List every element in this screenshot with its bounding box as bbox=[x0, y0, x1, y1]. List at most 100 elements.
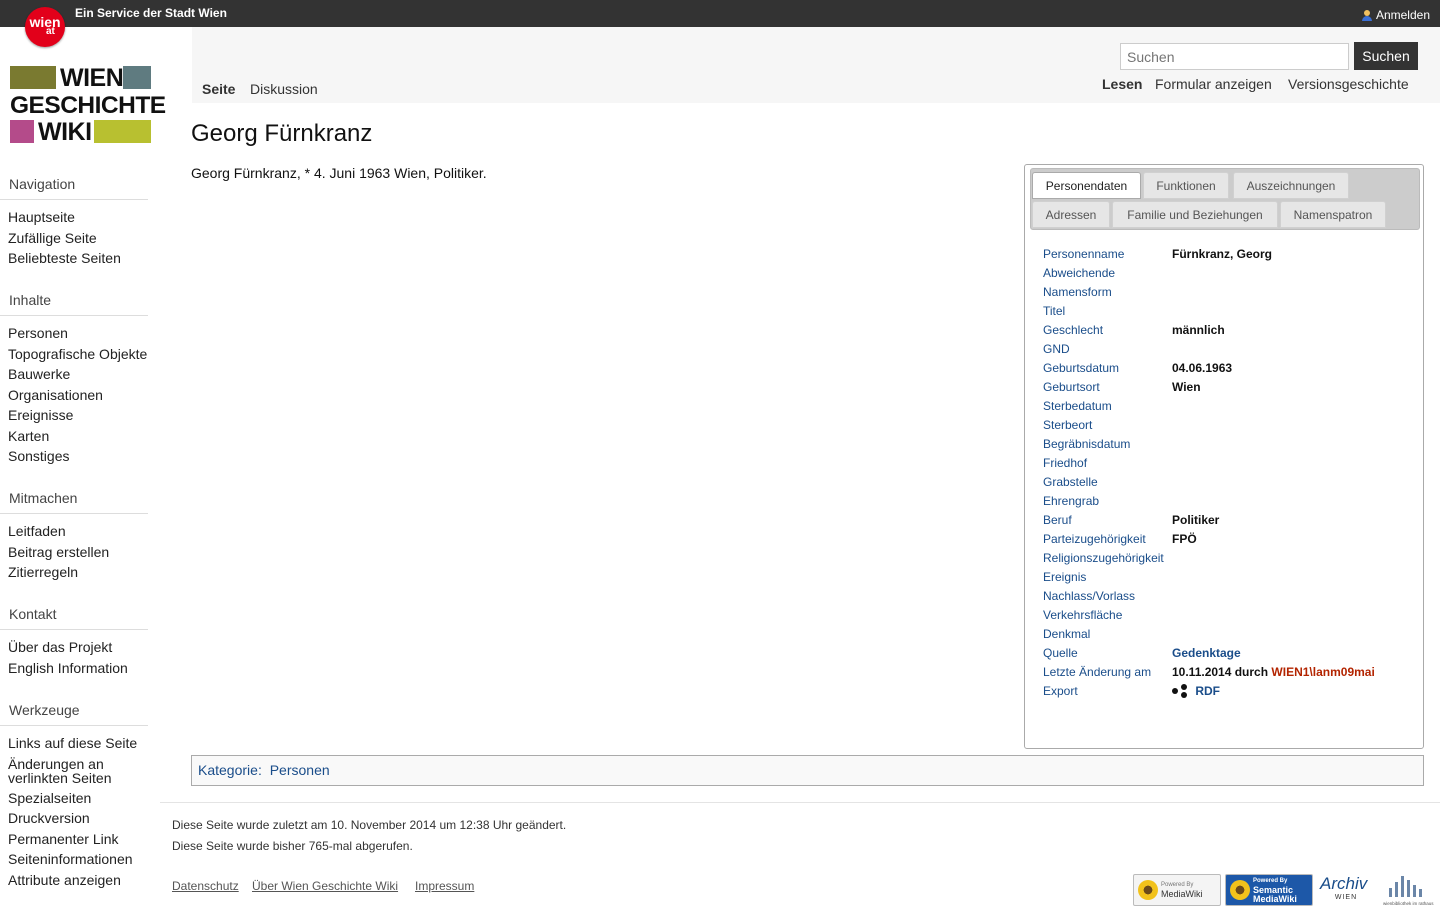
user-icon bbox=[1361, 9, 1372, 21]
sidebar-item-organisationen[interactable]: Organisationen bbox=[8, 385, 148, 406]
infobox-label[interactable]: Begräbnisdatum bbox=[1043, 437, 1130, 451]
badge-mediawiki-label: MediaWiki bbox=[1253, 893, 1297, 904]
tab-adressen[interactable]: Adressen bbox=[1032, 201, 1110, 228]
infobox-label[interactable]: Ereignis bbox=[1043, 570, 1086, 584]
tab-funktionen[interactable]: Funktionen bbox=[1143, 172, 1229, 199]
rdf-export-link[interactable]: RDF bbox=[1195, 684, 1220, 698]
page-title: Georg Fürnkranz bbox=[191, 120, 373, 147]
sidebar-item-seiteninformationen[interactable]: Seiteninformationen bbox=[8, 849, 160, 870]
logo-word-geschichte: GESCHICHTE bbox=[10, 92, 166, 119]
infobox-label[interactable]: Beruf bbox=[1043, 513, 1072, 527]
tab-namenspatron[interactable]: Namenspatron bbox=[1280, 201, 1386, 228]
infobox-label[interactable]: Geburtsdatum bbox=[1043, 361, 1119, 375]
sidebar-item-personen[interactable]: Personen bbox=[8, 323, 148, 344]
last-modified-text: Diese Seite wurde zuletzt am 10. Novembe… bbox=[172, 818, 567, 832]
infobox-label[interactable]: Export bbox=[1043, 684, 1078, 698]
infobox-label[interactable]: Namensform bbox=[1043, 285, 1112, 299]
logo-block-lime bbox=[94, 120, 151, 143]
infobox-label[interactable]: Sterbedatum bbox=[1043, 399, 1112, 413]
sidebar-item-links-auf-diese-seite[interactable]: Links auf diese Seite bbox=[8, 733, 160, 754]
infobox-label[interactable]: Parteizugehörigkeit bbox=[1043, 532, 1146, 546]
archiv-wien-logo[interactable]: Archiv WIEN bbox=[1320, 874, 1372, 908]
sidebar-item-druckversion[interactable]: Druckversion bbox=[8, 808, 160, 829]
tab-seite[interactable]: Seite bbox=[202, 81, 235, 97]
category-separator: : bbox=[257, 762, 266, 778]
login-label[interactable]: Anmelden bbox=[1376, 8, 1430, 22]
wien-at-logo-at: at bbox=[46, 26, 55, 37]
sidebar-item-spezialseiten[interactable]: Spezialseiten bbox=[8, 788, 160, 809]
tab-auszeichnungen[interactable]: Auszeichnungen bbox=[1233, 172, 1349, 199]
infobox-label[interactable]: Friedhof bbox=[1043, 456, 1087, 470]
category-label[interactable]: Kategorie bbox=[198, 762, 258, 778]
tab-versionsgeschichte[interactable]: Versionsgeschichte bbox=[1288, 76, 1409, 92]
infobox-label[interactable]: Religionszugehörigkeit bbox=[1043, 551, 1164, 565]
sidebar-item-beitrag-erstellen[interactable]: Beitrag erstellen bbox=[8, 542, 148, 563]
tab-familie-und-beziehungen[interactable]: Familie und Beziehungen bbox=[1112, 201, 1278, 228]
sidebar-item-leitfaden[interactable]: Leitfaden bbox=[8, 521, 148, 542]
infobox-label[interactable]: Personenname bbox=[1043, 247, 1124, 261]
tab-lesen[interactable]: Lesen bbox=[1102, 76, 1142, 92]
sidebar-item-bauwerke[interactable]: Bauwerke bbox=[8, 364, 148, 385]
logo-word-wiki: WIKI bbox=[38, 118, 92, 146]
top-bar: Ein Service der Stadt Wien Anmelden bbox=[0, 0, 1440, 27]
quelle-link[interactable]: Gedenktage bbox=[1172, 646, 1241, 660]
infobox-label[interactable]: Quelle bbox=[1043, 646, 1078, 660]
portal-mitmachen: Mitmachen Leitfaden Beitrag erstellen Zi… bbox=[0, 490, 148, 583]
infobox-label[interactable]: Sterbeort bbox=[1043, 418, 1092, 432]
sidebar-item-attribute-anzeigen[interactable]: Attribute anzeigen bbox=[8, 870, 160, 891]
powered-by-semantic-mediawiki-badge[interactable]: Powered By Semantic MediaWiki bbox=[1225, 874, 1313, 906]
infobox-label[interactable]: Ehrengrab bbox=[1043, 494, 1099, 508]
sidebar-item-ueber-das-projekt[interactable]: Über das Projekt bbox=[8, 637, 148, 658]
sidebar-item-permanenter-link[interactable]: Permanenter Link bbox=[8, 829, 160, 850]
search-button[interactable]: Suchen bbox=[1354, 42, 1418, 70]
portal-inhalte: Inhalte Personen Topografische Objekte B… bbox=[0, 292, 148, 467]
infobox-value: 04.06.1963 bbox=[1172, 361, 1233, 375]
sidebar-item-beliebteste-seiten[interactable]: Beliebteste Seiten bbox=[8, 248, 148, 269]
sidebar-item-zufaellige-seite[interactable]: Zufällige Seite bbox=[8, 228, 148, 249]
infobox-label[interactable]: Letzte Änderung am bbox=[1043, 665, 1151, 679]
wien-at-logo-text: wien bbox=[29, 14, 61, 30]
tab-personendaten[interactable]: Personendaten bbox=[1032, 172, 1141, 199]
sidebar-item-topografische-objekte[interactable]: Topografische Objekte bbox=[8, 344, 148, 365]
infobox-label[interactable]: Verkehrsfläche bbox=[1043, 608, 1122, 622]
last-change-date: 10.11.2014 durch bbox=[1172, 665, 1269, 679]
infobox-label[interactable]: Geburtsort bbox=[1043, 380, 1100, 394]
sidebar-item-karten[interactable]: Karten bbox=[8, 426, 148, 447]
footer-link-impressum[interactable]: Impressum bbox=[415, 879, 474, 893]
last-change-user-link[interactable]: WIEN1\lanm09mai bbox=[1271, 665, 1374, 679]
infobox-label[interactable]: Denkmal bbox=[1043, 627, 1090, 641]
login-link[interactable]: Anmelden bbox=[1361, 8, 1430, 22]
infobox-label[interactable]: Nachlass/Vorlass bbox=[1043, 589, 1135, 603]
sidebar-item-hauptseite[interactable]: Hauptseite bbox=[8, 207, 148, 228]
infobox-label[interactable]: Titel bbox=[1043, 304, 1065, 318]
wienbibliothek-logo[interactable]: wienbibliothek im rathaus bbox=[1383, 876, 1434, 906]
powered-by-mediawiki-badge[interactable]: Powered By MediaWiki bbox=[1133, 874, 1221, 906]
share-icon bbox=[1172, 684, 1188, 698]
sidebar-item-sonstiges[interactable]: Sonstiges bbox=[8, 446, 148, 467]
footer-link-datenschutz[interactable]: Datenschutz bbox=[172, 879, 239, 893]
sidebar-item-zitierregeln[interactable]: Zitierregeln bbox=[8, 562, 148, 583]
service-text[interactable]: Ein Service der Stadt Wien bbox=[75, 6, 227, 20]
logo-block-magenta bbox=[10, 120, 34, 143]
sidebar-item-english-information[interactable]: English Information bbox=[8, 658, 148, 679]
archiv-logo-sub: WIEN bbox=[1334, 894, 1358, 901]
footer-link-ueber[interactable]: Über Wien Geschichte Wiki bbox=[252, 879, 398, 893]
wien-at-logo[interactable]: wien at bbox=[25, 7, 65, 47]
tab-formular-anzeigen[interactable]: Formular anzeigen bbox=[1155, 76, 1272, 92]
infobox-label[interactable]: GND bbox=[1043, 342, 1070, 356]
search-input[interactable] bbox=[1120, 43, 1349, 70]
sidebar-item-aenderungen-an-verlinkten-seiten[interactable]: Änderungen an verlinkten Seiten bbox=[8, 754, 160, 788]
portal-title: Werkzeuge bbox=[0, 702, 148, 726]
tab-diskussion[interactable]: Diskussion bbox=[250, 81, 318, 97]
sidebar-item-ereignisse[interactable]: Ereignisse bbox=[8, 405, 148, 426]
infobox-value: FPÖ bbox=[1172, 532, 1197, 546]
category-link-personen[interactable]: Personen bbox=[270, 762, 330, 778]
portal-title: Navigation bbox=[0, 176, 148, 200]
smw-badge-text: Powered By Semantic MediaWiki bbox=[1253, 877, 1297, 904]
wien-geschichte-wiki-logo[interactable]: WIEN GESCHICHTE WIKI bbox=[10, 66, 166, 146]
infobox-label[interactable]: Abweichende bbox=[1043, 266, 1115, 280]
infobox-label[interactable]: Grabstelle bbox=[1043, 475, 1098, 489]
infobox-label[interactable]: Geschlecht bbox=[1043, 323, 1103, 337]
infobox-value: Wien bbox=[1172, 380, 1201, 394]
category-bar: Kategorie: Personen bbox=[191, 755, 1424, 786]
